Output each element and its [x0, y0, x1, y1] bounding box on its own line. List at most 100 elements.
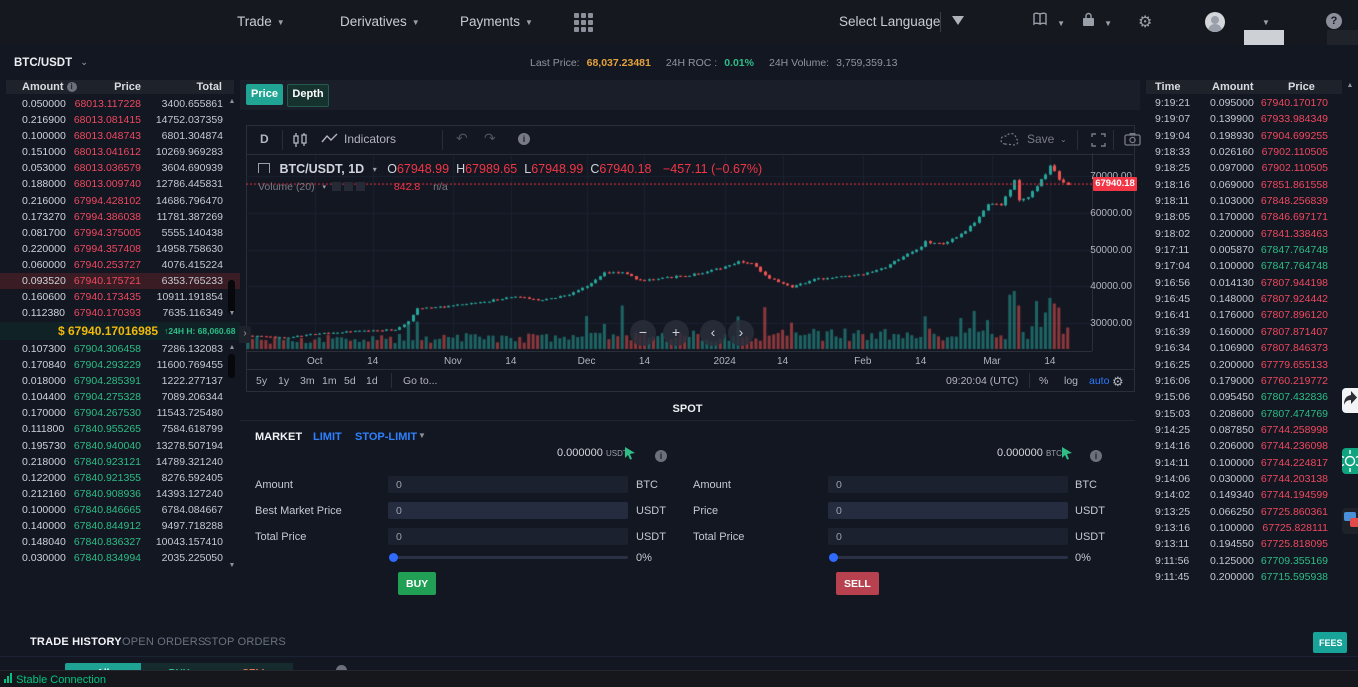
time-axis-label[interactable]: Mar [983, 356, 1000, 367]
order-book-row[interactable]: 0.17327067994.38603811781.387269 [0, 209, 240, 225]
time-axis-label[interactable]: Feb [854, 356, 871, 367]
order-book-row[interactable]: 0.18800068013.00974012786.445831 [0, 176, 240, 192]
legend-symbol[interactable]: BTC/USDT, 1D [279, 162, 364, 176]
bottom-tab-open-orders[interactable]: OPEN ORDERS [122, 636, 206, 648]
nav-payments[interactable]: Payments▼ [460, 14, 533, 29]
interval-button[interactable]: D [260, 132, 269, 146]
drawing-toolbar-expand-icon[interactable]: › [239, 326, 251, 343]
chevron-down-icon[interactable]: ▼ [418, 431, 426, 440]
info-icon[interactable]: i [655, 447, 667, 465]
time-axis-label[interactable]: 14 [505, 356, 516, 367]
order-book-row[interactable]: 0.11238067940.1703937635.116349 [0, 305, 240, 321]
zoom-out-icon[interactable]: − [630, 320, 656, 346]
order-book-row[interactable]: 0.10440067904.2753287089.206344 [0, 389, 240, 405]
goto-button[interactable]: Go to... [403, 375, 437, 387]
chart-clock[interactable]: 09:20:04 (UTC) [946, 375, 1018, 387]
settings-icon[interactable] [344, 182, 353, 191]
tab-market[interactable]: MARKET [255, 431, 302, 443]
scroll-up-icon[interactable]: ▲ [228, 98, 236, 106]
order-book-row[interactable]: 0.21600067994.42810214686.796470 [0, 193, 240, 209]
sell-total-input[interactable] [828, 528, 1068, 545]
sell-price-input[interactable] [828, 502, 1068, 519]
order-book-row[interactable]: 0.10000067840.8466656784.084667 [0, 502, 240, 518]
time-axis-label[interactable]: 14 [367, 356, 378, 367]
cloud-save-icon[interactable] [1000, 133, 1020, 149]
select-language[interactable]: Select Language [839, 14, 940, 29]
scale-log[interactable]: log [1064, 375, 1078, 387]
bottom-tab-stop-orders[interactable]: STOP ORDERS [204, 636, 286, 648]
chart-info-icon[interactable]: i [518, 132, 530, 146]
account-chevron-icon[interactable]: ▼ [1262, 18, 1270, 27]
tab-limit[interactable]: LIMIT [313, 431, 342, 443]
range-5y[interactable]: 5y [256, 375, 267, 387]
order-book-row[interactable]: 0.22000067994.35740814958.758630 [0, 241, 240, 257]
scroll-up-icon[interactable]: ▲ [1346, 82, 1354, 90]
buy-amount-input[interactable] [388, 476, 628, 493]
scroll-up-icon[interactable]: ▲ [228, 344, 236, 352]
assistant-widget[interactable] [1342, 448, 1358, 474]
camera-snapshot-icon[interactable] [1124, 132, 1141, 149]
sell-amount-input[interactable] [828, 476, 1068, 493]
language-dropdown-icon[interactable] [952, 16, 964, 25]
buy-percent-slider[interactable] [390, 556, 628, 559]
nav-derivatives[interactable]: Derivatives▼ [340, 14, 420, 29]
order-book-row[interactable]: 0.10730067904.3064587286.132083 [0, 341, 240, 357]
pair-selector[interactable]: BTC/USDT ⌄ [14, 57, 88, 69]
time-axis-label[interactable]: 14 [915, 356, 926, 367]
time-axis-label[interactable]: Nov [444, 356, 462, 367]
scale-auto[interactable]: auto [1089, 375, 1109, 387]
order-book-row[interactable]: 0.17084067904.29322911600.769455 [0, 357, 240, 373]
order-book-row[interactable]: 0.16060067940.17343510911.191854 [0, 289, 240, 305]
time-axis-label[interactable]: 14 [1044, 356, 1055, 367]
range-1m[interactable]: 1m [322, 375, 337, 387]
range-1d[interactable]: 1d [366, 375, 378, 387]
order-book-row[interactable]: 0.21690068013.08141514752.037359 [0, 112, 240, 128]
bids-scrollbar[interactable] [228, 354, 235, 378]
order-book-row[interactable]: 0.08170067994.3750055555.140438 [0, 225, 240, 241]
cursor-pointer-icon[interactable] [1060, 446, 1074, 460]
symbol-flag-icon[interactable] [258, 163, 270, 173]
order-book-row[interactable]: 0.03000067840.8349942035.225050 [0, 550, 240, 566]
apps-grid-icon[interactable] [574, 13, 594, 32]
save-button[interactable]: Save [1027, 132, 1054, 146]
tab-price[interactable]: Price [246, 84, 283, 105]
time-axis-label[interactable]: Oct [307, 356, 323, 367]
time-axis[interactable]: Oct14Nov14Dec14202414Feb14Mar14 [246, 351, 1092, 370]
cursor-pointer-icon[interactable] [623, 446, 637, 460]
redo-icon[interactable]: ↷ [484, 130, 496, 147]
tab-depth[interactable]: Depth [287, 84, 329, 107]
buy-price-input[interactable] [388, 502, 628, 519]
axis-settings-gear-icon[interactable]: ⚙ [1112, 374, 1124, 390]
order-book-row[interactable]: 0.10000068013.0487436801.304874 [0, 128, 240, 144]
order-book-row[interactable]: 0.21800067840.92312114789.321240 [0, 454, 240, 470]
time-axis-label[interactable]: 2024 [714, 356, 736, 367]
settings-gear-icon[interactable]: ⚙ [1138, 12, 1152, 32]
range-5d[interactable]: 5d [344, 375, 356, 387]
buy-total-input[interactable] [388, 528, 628, 545]
scroll-right-icon[interactable]: › [728, 320, 754, 346]
time-axis-label[interactable]: 14 [777, 356, 788, 367]
bottom-tab-trade-history[interactable]: TRADE HISTORY [30, 636, 122, 648]
fullscreen-icon[interactable] [1091, 133, 1106, 150]
order-book-row[interactable]: 0.17000067904.26753011543.725480 [0, 405, 240, 421]
chevron-down-icon[interactable]: ▾ [373, 165, 377, 174]
orders-book-icon[interactable]: ▼ [1032, 12, 1065, 31]
indicators-button[interactable]: Indicators [344, 132, 396, 146]
order-book-row[interactable]: 0.05000068013.1172283400.655861 [0, 96, 240, 112]
candle-style-icon[interactable] [292, 133, 308, 150]
indicators-icon[interactable] [321, 133, 339, 148]
close-icon[interactable] [356, 182, 365, 191]
order-book-row[interactable]: 0.09352067940.1757216353.765233 [0, 273, 240, 289]
info-icon[interactable]: i [67, 82, 77, 92]
range-3m[interactable]: 3m [300, 375, 315, 387]
fees-button[interactable]: FEES [1313, 632, 1347, 653]
order-book-row[interactable]: 0.05300068013.0365793604.690939 [0, 160, 240, 176]
nav-trade[interactable]: Trade▼ [237, 14, 285, 29]
info-icon[interactable]: i [1090, 447, 1102, 465]
order-book-row[interactable]: 0.01800067904.2853911222.277137 [0, 373, 240, 389]
order-book-row[interactable]: 0.11180067840.9552657584.618799 [0, 421, 240, 437]
scroll-down-icon[interactable]: ▼ [228, 310, 236, 318]
order-book-row[interactable]: 0.21216067840.90893614393.127240 [0, 486, 240, 502]
chat-widget[interactable] [1342, 508, 1358, 534]
scroll-left-icon[interactable]: ‹ [700, 320, 726, 346]
